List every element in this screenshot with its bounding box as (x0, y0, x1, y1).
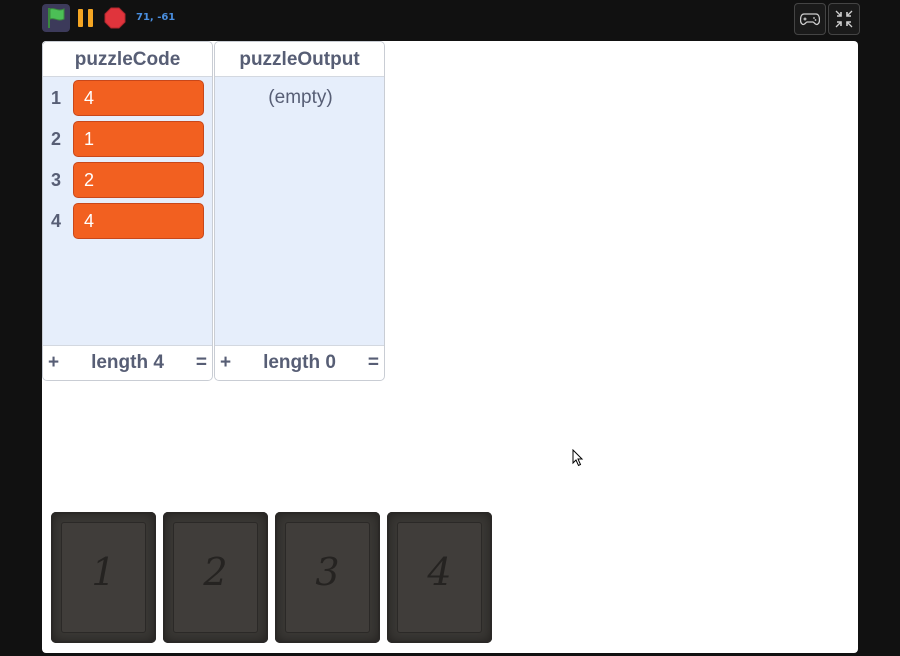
list-body: 1 4 2 1 3 2 4 4 (43, 77, 212, 347)
list-item: 2 1 (43, 120, 212, 158)
stop-button[interactable] (104, 7, 126, 29)
list-item-index: 1 (51, 88, 62, 108)
exit-fullscreen-button[interactable] (828, 3, 860, 35)
list-body: (empty) (215, 77, 384, 347)
mouse-coordinates: 71, -61 (136, 12, 176, 23)
list-item-index: 2 (51, 129, 62, 149)
list-footer: + length 0 = (215, 345, 384, 380)
list-item: 1 4 (43, 79, 212, 117)
card-sprite-4[interactable]: 4 (387, 512, 492, 643)
gamepad-icon (800, 13, 820, 26)
gamepad-button[interactable] (794, 3, 826, 35)
list-monitor-puzzlecode: puzzleCode 1 4 2 1 3 2 4 4 + length 4 = (42, 41, 213, 381)
list-length: length 0 (263, 352, 336, 373)
list-item: 4 4 (43, 202, 212, 240)
pause-button[interactable] (76, 9, 96, 27)
exit-fullscreen-icon (835, 10, 853, 28)
card-number: 4 (427, 550, 452, 594)
list-item: 3 2 (43, 161, 212, 199)
list-item-index: 4 (51, 211, 62, 231)
list-monitor-puzzleoutput: puzzleOutput (empty) + length 0 = (214, 41, 385, 381)
card-number: 2 (203, 550, 228, 594)
top-toolbar: 71, -61 (0, 0, 900, 38)
resize-handle[interactable]: = (196, 352, 207, 374)
empty-list-text: (empty) (268, 87, 333, 108)
list-item-index: 3 (51, 170, 62, 190)
stage[interactable]: puzzleCode 1 4 2 1 3 2 4 4 + length 4 = (42, 41, 858, 653)
pause-icon-bar (88, 9, 93, 27)
card-number: 3 (315, 550, 340, 594)
resize-handle[interactable]: = (368, 352, 379, 374)
mouse-cursor-icon (572, 449, 584, 467)
card-sprite-3[interactable]: 3 (275, 512, 380, 643)
stop-icon (104, 7, 126, 29)
card-sprite-2[interactable]: 2 (163, 512, 268, 643)
pause-icon (78, 9, 83, 27)
list-footer: + length 4 = (43, 345, 212, 380)
monitor-title: puzzleOutput (215, 42, 384, 77)
list-length: length 4 (91, 352, 164, 373)
list-item-value[interactable]: 4 (73, 203, 204, 239)
monitor-title: puzzleCode (43, 42, 212, 77)
list-item-value[interactable]: 1 (73, 121, 204, 157)
green-flag-icon (48, 8, 65, 28)
green-flag-button[interactable] (42, 4, 70, 32)
card-sprite-1[interactable]: 1 (51, 512, 156, 643)
list-item-value[interactable]: 4 (73, 80, 204, 116)
list-item-value[interactable]: 2 (73, 162, 204, 198)
card-number: 1 (91, 550, 116, 594)
